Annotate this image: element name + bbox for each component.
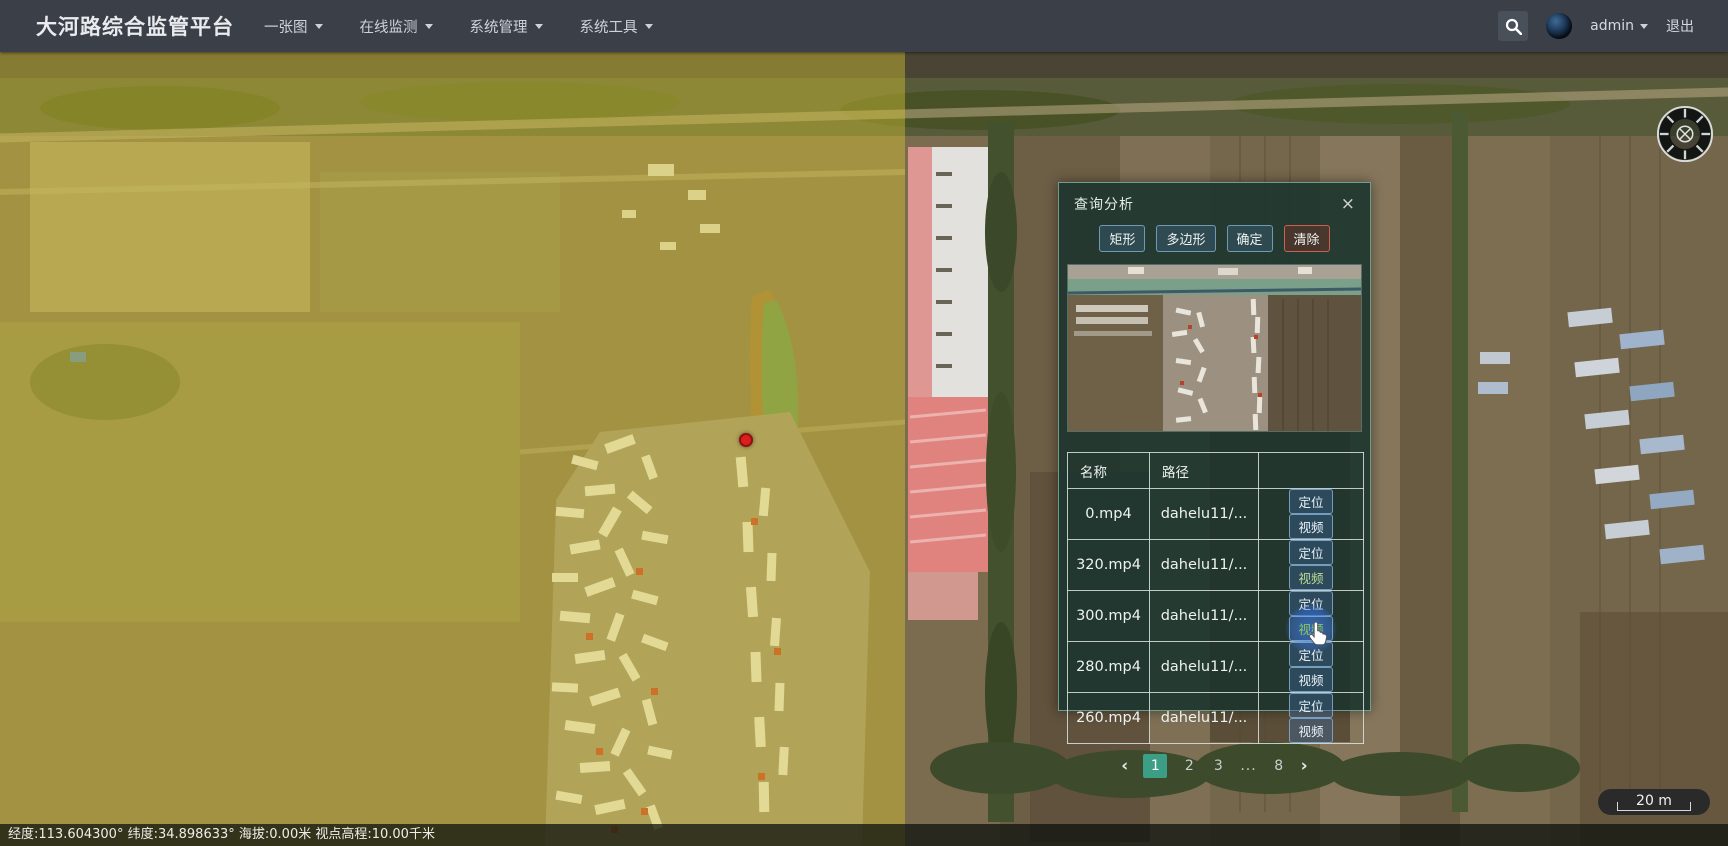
- video-button-hover-glow: 视频: [1286, 616, 1335, 641]
- results-table: 名称 路径 0.mp4 dahelu11/... 定位 视频 320.mp4 d…: [1067, 452, 1364, 744]
- compass-icon: [1656, 105, 1714, 163]
- confirm-button[interactable]: 确定: [1227, 225, 1273, 252]
- map-marker-red-dot[interactable]: [739, 433, 753, 447]
- menu-online-monitoring[interactable]: 在线监测: [360, 16, 433, 37]
- menu-label: 系统管理: [470, 16, 528, 37]
- panel-title: 查询分析: [1074, 194, 1134, 214]
- top-right-cluster: admin 退出: [1498, 11, 1694, 41]
- chevron-down-icon: [645, 24, 653, 29]
- chevron-down-icon: [425, 24, 433, 29]
- cell-name: 320.mp4: [1068, 540, 1150, 591]
- menu-label: 在线监测: [360, 16, 418, 37]
- map-canvas[interactable]: 20 m 查询分析 × 矩形 多边形 确定 清除: [0, 52, 1728, 846]
- next-page-button[interactable]: ›: [1301, 756, 1308, 776]
- prev-page-button[interactable]: ‹: [1121, 756, 1128, 776]
- search-button[interactable]: [1498, 11, 1528, 41]
- clear-button[interactable]: 清除: [1284, 225, 1330, 252]
- app-title: 大河路综合监管平台: [36, 11, 234, 41]
- page-2[interactable]: 2: [1182, 758, 1196, 774]
- main-menu: 一张图 在线监测 系统管理 系统工具: [264, 16, 653, 37]
- scale-label: 20 m: [1636, 793, 1672, 811]
- cell-path: dahelu11/...: [1150, 591, 1259, 642]
- cell-name: 300.mp4: [1068, 591, 1150, 642]
- page-ellipsis: ...: [1240, 758, 1256, 774]
- cell-path: dahelu11/...: [1150, 642, 1259, 693]
- cell-path: dahelu11/...: [1150, 540, 1259, 591]
- table-row: 300.mp4 dahelu11/... 定位 视频: [1068, 591, 1364, 642]
- column-path: 路径: [1150, 453, 1259, 489]
- table-row: 0.mp4 dahelu11/... 定位 视频: [1068, 489, 1364, 540]
- thumbnail-aerial-image: [1068, 265, 1362, 432]
- chevron-down-icon: [1640, 24, 1648, 29]
- coordinates-text: 经度:113.604300° 纬度:34.898633° 海拔:0.00米 视点…: [8, 827, 435, 842]
- table-row: 280.mp4 dahelu11/... 定位 视频: [1068, 642, 1364, 693]
- logout-label: 退出: [1666, 16, 1694, 36]
- scale-indicator: 20 m: [1598, 789, 1710, 815]
- menu-system-tools[interactable]: 系统工具: [580, 16, 653, 37]
- user-menu[interactable]: admin: [1590, 18, 1648, 34]
- video-button[interactable]: 视频: [1289, 667, 1332, 692]
- menu-label: 一张图: [264, 16, 308, 37]
- avatar[interactable]: [1546, 13, 1572, 39]
- menu-label: 系统工具: [580, 16, 638, 37]
- logout-button[interactable]: 退出: [1666, 16, 1694, 36]
- top-bar: 大河路综合监管平台 一张图 在线监测 系统管理 系统工具 admin: [0, 0, 1728, 52]
- cell-name: 260.mp4: [1068, 693, 1150, 744]
- cell-name: 280.mp4: [1068, 642, 1150, 693]
- menu-one-map[interactable]: 一张图: [264, 16, 323, 37]
- column-actions: [1259, 453, 1364, 489]
- column-name: 名称: [1068, 453, 1150, 489]
- cell-path: dahelu11/...: [1150, 693, 1259, 744]
- search-icon: [1505, 18, 1522, 35]
- locate-button[interactable]: 定位: [1289, 540, 1332, 565]
- coordinates-status-bar: 经度:113.604300° 纬度:34.898633° 海拔:0.00米 视点…: [0, 824, 1728, 846]
- draw-tools: 矩形 多边形 确定 清除: [1059, 225, 1370, 252]
- page-3[interactable]: 3: [1211, 758, 1225, 774]
- polygon-tool-button[interactable]: 多边形: [1156, 225, 1215, 252]
- query-analysis-panel: 查询分析 × 矩形 多边形 确定 清除: [1058, 182, 1371, 711]
- table-header-row: 名称 路径: [1068, 453, 1364, 489]
- menu-system-management[interactable]: 系统管理: [470, 16, 543, 37]
- table-row: 260.mp4 dahelu11/... 定位 视频: [1068, 693, 1364, 744]
- result-thumbnail[interactable]: [1067, 264, 1362, 432]
- video-button[interactable]: 视频: [1289, 514, 1332, 539]
- rectangle-tool-button[interactable]: 矩形: [1099, 225, 1145, 252]
- user-name-label: admin: [1590, 18, 1634, 34]
- pagination: ‹ 1 2 3 ... 8 ›: [1059, 754, 1370, 778]
- cell-path: dahelu11/...: [1150, 489, 1259, 540]
- compass-control[interactable]: [1656, 105, 1714, 163]
- table-row: 320.mp4 dahelu11/... 定位 视频: [1068, 540, 1364, 591]
- hand-cursor-icon: [1306, 622, 1328, 646]
- close-icon[interactable]: ×: [1341, 196, 1355, 213]
- video-button[interactable]: 视频: [1289, 718, 1332, 743]
- locate-button[interactable]: 定位: [1289, 693, 1332, 718]
- page-1[interactable]: 1: [1143, 754, 1167, 778]
- video-button[interactable]: 视频: [1289, 565, 1332, 590]
- page-8[interactable]: 8: [1272, 758, 1286, 774]
- chevron-down-icon: [535, 24, 543, 29]
- locate-button[interactable]: 定位: [1289, 489, 1332, 514]
- panel-header: 查询分析 ×: [1059, 183, 1370, 218]
- chevron-down-icon: [315, 24, 323, 29]
- cell-name: 0.mp4: [1068, 489, 1150, 540]
- aerial-imagery: [0, 52, 1728, 846]
